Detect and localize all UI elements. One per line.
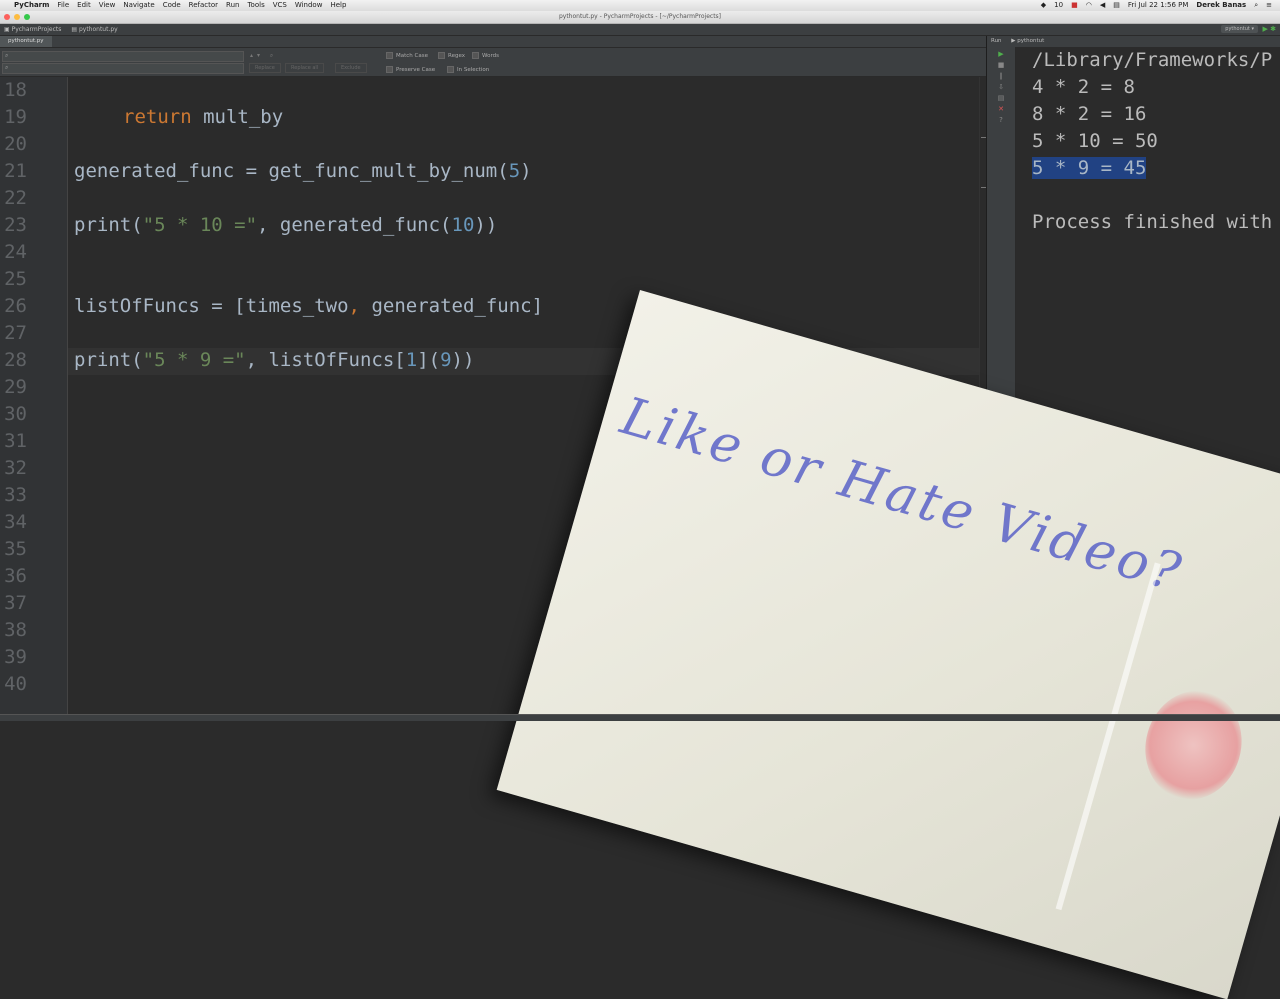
run-icon[interactable]: ▶ (1263, 25, 1268, 33)
line-number: 31 (4, 430, 27, 452)
line-number: 35 (4, 538, 27, 560)
code-line-21[interactable]: generated_func = get_func_mult_by_num(5) (74, 160, 532, 182)
line-number: 27 (4, 322, 27, 344)
stop-icon[interactable]: ■ (997, 61, 1005, 69)
in-selection-checkbox[interactable]: In Selection (447, 66, 489, 73)
line-number: 38 (4, 619, 27, 641)
menu-window[interactable]: Window (295, 0, 323, 11)
replace-search-icon: ⌕ (5, 64, 9, 71)
code-line-28[interactable]: print("5 * 9 =", listOfFuncs[1](9)) (74, 349, 474, 371)
line-number: 25 (4, 268, 27, 290)
menu-file[interactable]: File (57, 0, 69, 11)
menu-help[interactable]: Help (330, 0, 346, 11)
match-case-checkbox[interactable]: Match Case (386, 52, 428, 59)
stamp-graphic (1132, 679, 1255, 812)
line-number: 18 (4, 79, 27, 101)
print-icon[interactable]: ▤ (997, 94, 1005, 102)
tab-pythontut[interactable]: pythontut.py (0, 36, 52, 47)
navigation-bar: ▣ PycharmProjects ▤ pythontut.py pythont… (0, 24, 1280, 36)
line-number: 29 (4, 376, 27, 398)
line-number: 28 (4, 349, 27, 371)
output-line: Process finished with (1032, 211, 1273, 233)
regex-checkbox[interactable]: Regex (438, 52, 465, 59)
dropbox-icon[interactable]: ◆ (1041, 0, 1046, 11)
exclude-button[interactable]: Exclude (335, 63, 367, 73)
line-number: 37 (4, 592, 27, 614)
menu-view[interactable]: View (99, 0, 116, 11)
menu-vcs[interactable]: VCS (273, 0, 287, 11)
search-icon: ⌕ (5, 52, 9, 59)
line-number: 33 (4, 484, 27, 506)
record-icon[interactable]: ■ (1071, 0, 1078, 11)
pause-icon[interactable]: ∥ (997, 72, 1005, 80)
output-line: 4 * 2 = 8 (1032, 76, 1135, 98)
replace-button[interactable]: Replace (249, 63, 281, 73)
menu-tools[interactable]: Tools (247, 0, 264, 11)
find-replace-bar: ⌕ ⌕ ▴▾ ⌕ Match Case Regex Words Preserve… (0, 48, 986, 77)
volume-icon[interactable]: ◀ (1100, 0, 1105, 11)
close-run-icon[interactable]: ✕ (997, 105, 1005, 113)
line-number: 34 (4, 511, 27, 533)
menu-code[interactable]: Code (163, 0, 181, 11)
editor-tab-bar: pythontut.py (0, 36, 986, 48)
menu-edit[interactable]: Edit (77, 0, 91, 11)
run-config-selector[interactable]: pythontut ▾ (1221, 25, 1258, 33)
run-header: Run ▶ pythontut (987, 36, 1280, 47)
find-navigation[interactable]: ▴▾ ⌕ (250, 52, 277, 60)
line-number-gutter: 18 19 20 21 22 23 24 25 26 27 28 29 30 3… (0, 77, 68, 714)
debug-icon[interactable]: ✱ (1270, 25, 1276, 33)
line-number: 21 (4, 160, 27, 182)
clock-datetime[interactable]: Fri Jul 22 1:56 PM (1128, 0, 1189, 11)
notification-icon[interactable]: ≡ (1266, 0, 1272, 11)
line-number: 20 (4, 133, 27, 155)
line-number: 39 (4, 646, 27, 668)
menu-refactor[interactable]: Refactor (189, 0, 218, 11)
run-tab[interactable]: ▶ pythontut (1011, 38, 1044, 44)
line-number: 22 (4, 187, 27, 209)
line-number: 32 (4, 457, 27, 479)
menu-bar: PyCharm File Edit View Navigate Code Ref… (0, 0, 1280, 11)
line-number: 26 (4, 295, 27, 317)
line-number: 30 (4, 403, 27, 425)
output-line: 5 * 10 = 50 (1032, 130, 1158, 152)
output-line-selected[interactable]: 5 * 9 = 45 (1032, 157, 1147, 179)
replace-all-button[interactable]: Replace all (285, 63, 325, 73)
window-title: pythontut.py - PycharmProjects - [~/Pych… (558, 13, 722, 20)
line-number: 19 (4, 106, 27, 128)
help-icon[interactable]: ? (997, 116, 1005, 124)
wifi-icon[interactable]: ◠ (1086, 0, 1092, 11)
replace-input[interactable]: ⌕ (2, 63, 244, 74)
line-number: 24 (4, 241, 27, 263)
battery-level[interactable]: 10 (1054, 0, 1063, 11)
code-line-19[interactable]: return mult_by (123, 106, 283, 128)
breadcrumb-project[interactable]: ▣ PycharmProjects (4, 24, 61, 35)
line-number: 40 (4, 673, 27, 695)
preserve-case-checkbox[interactable]: Preserve Case (386, 66, 435, 73)
spotlight-icon[interactable]: ⌕ (1254, 0, 1258, 11)
scroll-to-end-icon[interactable]: ⇩ (997, 83, 1005, 91)
rerun-icon[interactable]: ▶ (997, 50, 1005, 58)
card-fold (1055, 562, 1161, 911)
app-menu[interactable]: PyCharm (14, 0, 49, 11)
breadcrumb-file[interactable]: ▤ pythontut.py (71, 24, 117, 35)
title-bar: pythontut.py - PycharmProjects - [~/Pych… (0, 11, 1280, 24)
line-number: 36 (4, 565, 27, 587)
user-name[interactable]: Derek Banas (1196, 0, 1246, 11)
output-line: 8 * 2 = 16 (1032, 103, 1147, 125)
flag-icon[interactable]: ▤ (1113, 0, 1120, 11)
words-checkbox[interactable]: Words (472, 52, 499, 59)
line-number: 23 (4, 214, 27, 236)
code-line-26[interactable]: listOfFuncs = [times_two, generated_func… (74, 295, 543, 317)
output-line: /Library/Frameworks/P (1032, 49, 1273, 71)
search-input[interactable]: ⌕ (2, 51, 244, 62)
run-header-label: Run (991, 38, 1002, 44)
code-line-23[interactable]: print("5 * 10 =", generated_func(10)) (74, 214, 497, 236)
menu-run[interactable]: Run (226, 0, 239, 11)
menu-navigate[interactable]: Navigate (123, 0, 154, 11)
